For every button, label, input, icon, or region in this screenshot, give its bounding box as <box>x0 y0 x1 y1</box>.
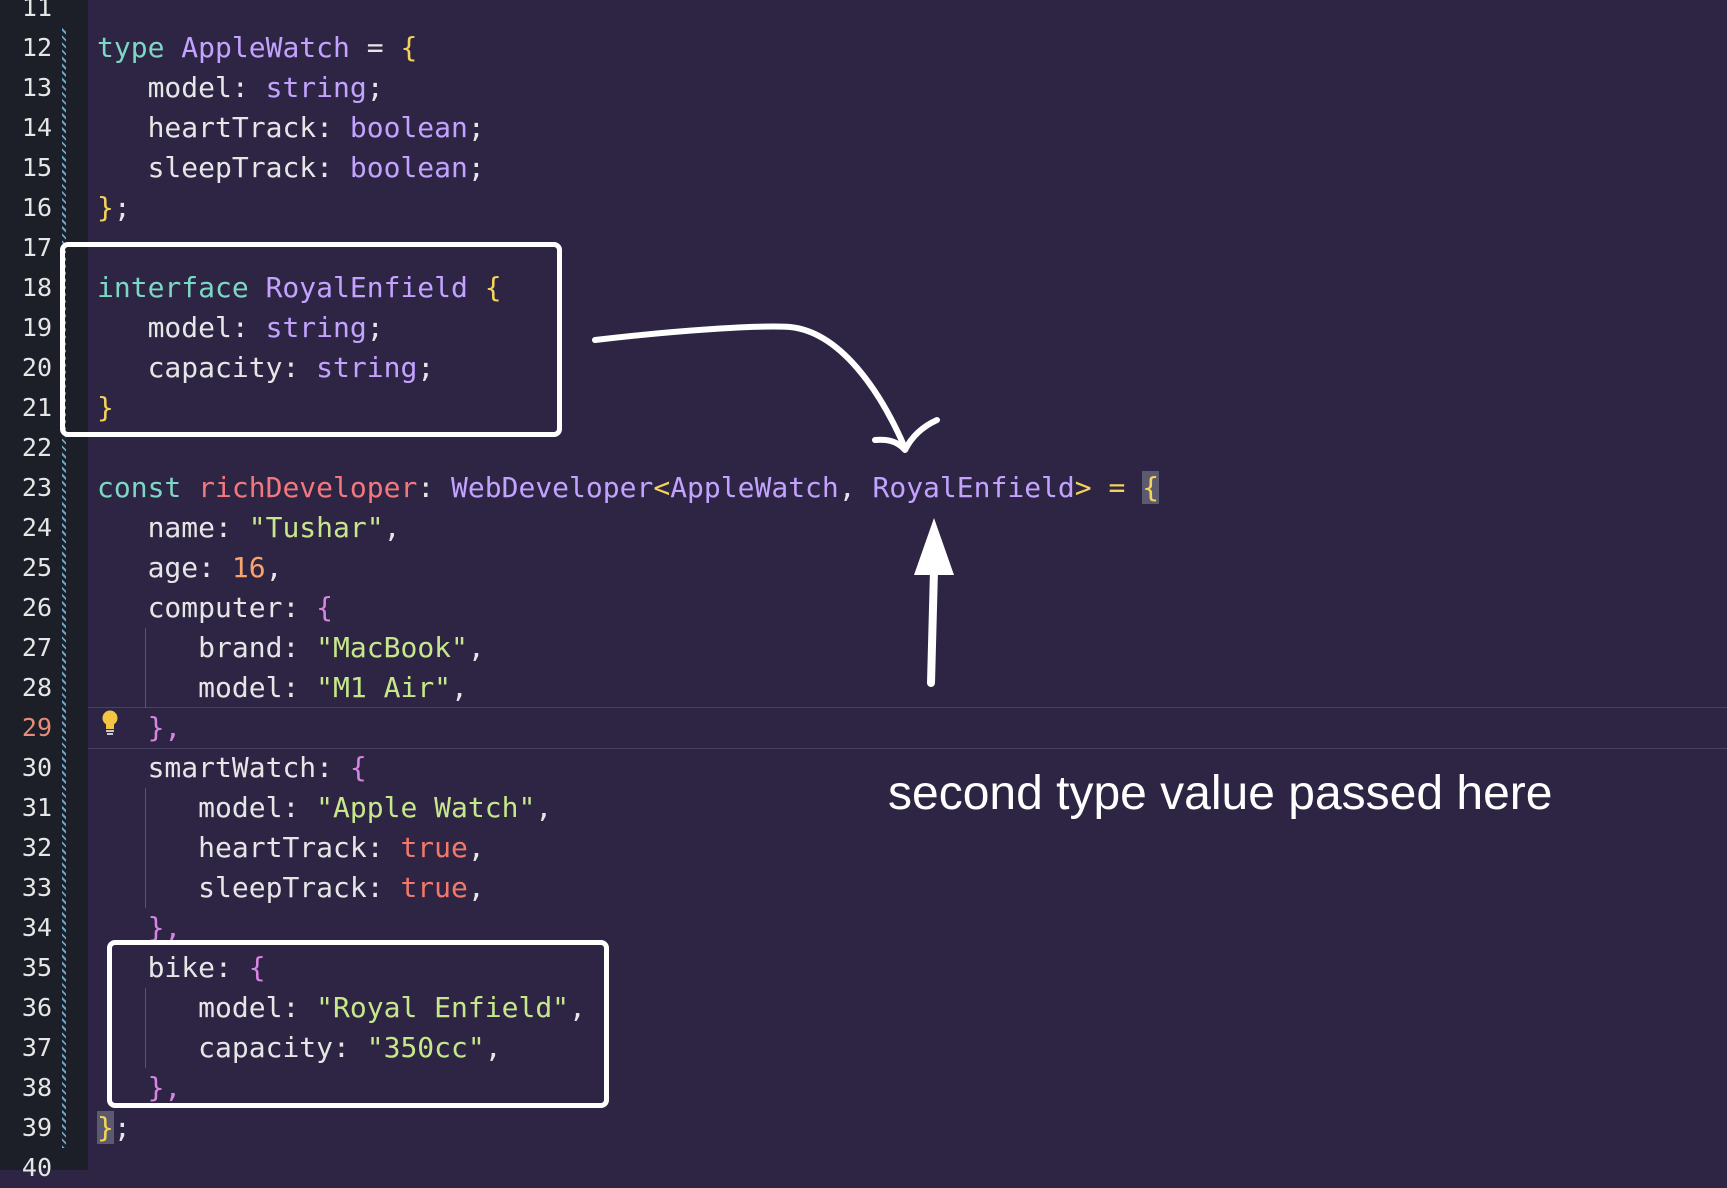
curved-arrow-head <box>872 417 940 453</box>
annotation-arrows <box>592 323 954 687</box>
straight-arrow <box>927 566 938 687</box>
straight-arrow-head <box>914 518 954 575</box>
annotation-caption: second type value passed here <box>888 767 1553 820</box>
curved-arrow <box>592 323 908 451</box>
